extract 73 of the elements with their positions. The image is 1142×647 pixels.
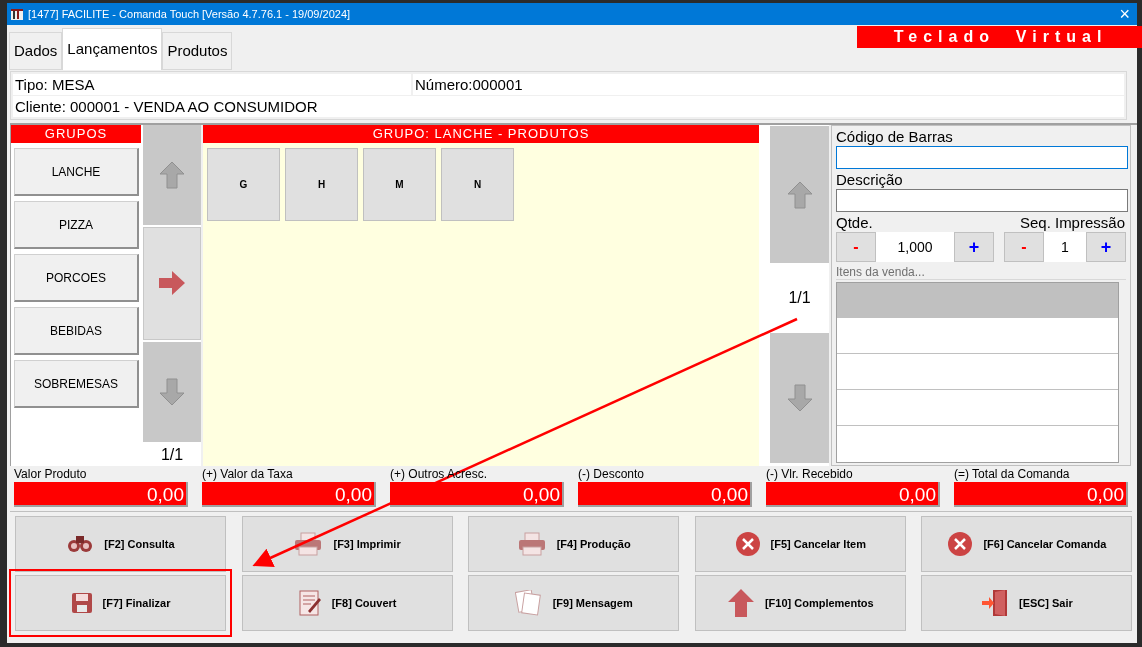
scroll-down-button[interactable] — [770, 333, 829, 463]
scroll-up-button[interactable] — [770, 126, 829, 263]
total-value: 0,00 — [202, 482, 376, 507]
field-label: Qtde. — [836, 213, 873, 232]
up-arrow-icon — [159, 160, 185, 189]
total-value: 0,00 — [766, 482, 940, 507]
total-value: 0,00 — [954, 482, 1128, 507]
sequence-value: 1 — [1060, 237, 1070, 257]
app-icon — [10, 7, 24, 21]
right-arrow-icon — [158, 270, 186, 297]
close-button[interactable]: × — [1119, 5, 1134, 23]
total-label: (+) Valor da Taxa — [202, 467, 294, 482]
field-label: Descrição — [836, 170, 904, 189]
group-button[interactable]: PORCOES — [14, 254, 139, 302]
tab[interactable]: Lançamentos — [62, 28, 163, 70]
description-input[interactable] — [836, 189, 1128, 212]
binoculars-icon — [66, 533, 95, 555]
barcode-input[interactable] — [836, 146, 1128, 169]
up-arrow-icon — [726, 588, 755, 618]
window-title: [1477] FACILITE - Comanda Touch [Versão 4.7.76.1 - 19/09/2024] — [28, 6, 351, 22]
customer-field: Cliente: 000001 - VENDA AO CONSUMIDOR — [13, 96, 1124, 117]
number-field: Número:000001 — [413, 74, 1124, 95]
product-button[interactable]: G — [207, 148, 280, 221]
field-label: Seq. Impressão — [1019, 213, 1125, 232]
printer-icon — [293, 532, 324, 556]
action-button[interactable]: [ESC] Sair — [921, 575, 1133, 631]
increase-button[interactable]: + — [1086, 232, 1126, 262]
documents-icon — [514, 590, 543, 616]
tab[interactable]: Dados — [9, 32, 63, 70]
product-button[interactable]: M — [363, 148, 436, 221]
group-button[interactable]: PIZZA — [14, 201, 139, 249]
action-button[interactable]: [F3] Imprimir — [241, 516, 453, 572]
group-button[interactable]: SOBREMESAS — [14, 360, 139, 408]
action-button[interactable]: [F9] Mensagem — [468, 575, 680, 631]
products-header: GRUPO: LANCHE - PRODUTOS — [203, 125, 759, 143]
total-value: 0,00 — [578, 482, 752, 507]
scroll-up-button[interactable] — [143, 125, 201, 225]
action-button[interactable]: [F4] Produção — [468, 516, 680, 572]
up-arrow-icon — [786, 180, 813, 209]
group-button[interactable]: BEBIDAS — [14, 307, 139, 355]
total-value: 0,00 — [390, 482, 564, 507]
groups-page-indicator: 1/1 — [159, 445, 185, 465]
products-page-indicator: 1/1 — [788, 288, 811, 308]
virtual-keyboard-button[interactable]: Teclado Virtual — [857, 26, 1142, 48]
group-button[interactable]: LANCHE — [14, 148, 139, 196]
items-group-label: Itens da venda... — [836, 265, 1126, 280]
field-label: Código de Barras — [836, 127, 954, 146]
action-button[interactable]: [F2] Consulta — [15, 516, 226, 572]
action-button[interactable]: [F6] Cancelar Comanda — [921, 516, 1133, 572]
product-button[interactable]: H — [285, 148, 358, 221]
groups-header: GRUPOS — [11, 125, 141, 143]
down-arrow-icon — [159, 378, 185, 407]
exit-door-icon — [981, 589, 1009, 617]
action-button[interactable]: [F10] Complementos — [694, 575, 906, 631]
scroll-down-button[interactable] — [143, 342, 201, 442]
cancel-icon — [947, 531, 974, 557]
total-value: 0,00 — [14, 482, 188, 507]
action-button[interactable]: [F8] Couvert — [241, 575, 453, 631]
total-label: (-) Desconto — [578, 467, 646, 482]
down-arrow-icon — [786, 384, 813, 412]
product-button[interactable]: N — [441, 148, 514, 221]
tab[interactable]: Produtos — [162, 32, 233, 70]
notepad-pencil-icon — [297, 590, 322, 616]
total-label: Valor Produto — [14, 467, 88, 482]
type-field: Tipo: MESA — [13, 74, 411, 95]
increase-button[interactable]: + — [954, 232, 994, 262]
next-button[interactable] — [143, 226, 201, 341]
cancel-icon — [734, 531, 761, 557]
quantity-value: 1,000 — [896, 237, 934, 257]
action-button[interactable]: [F5] Cancelar Item — [694, 516, 906, 572]
total-label: (=) Total da Comanda — [954, 467, 1071, 482]
printer-icon — [516, 532, 547, 556]
total-label: (-) Vlr. Recebido — [766, 467, 854, 482]
